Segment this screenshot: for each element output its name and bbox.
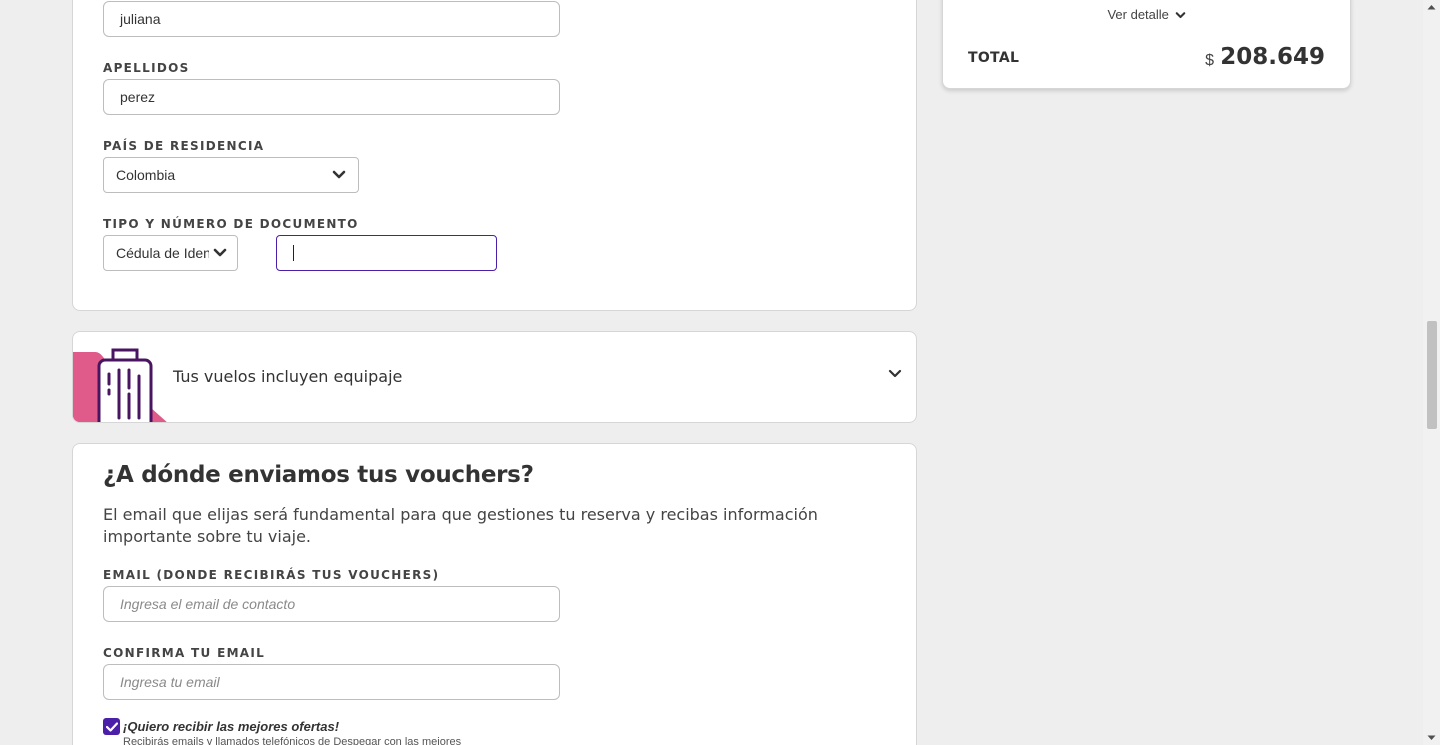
country-value: Colombia <box>116 167 176 183</box>
last-name-value: perez <box>120 89 156 105</box>
view-detail-link[interactable]: Ver detalle <box>943 7 1350 22</box>
total-amount: 208.649 <box>1220 44 1325 70</box>
vertical-scrollbar[interactable] <box>1423 0 1440 745</box>
scroll-thumb[interactable] <box>1427 321 1437 429</box>
document-label: TIPO Y NÚMERO DE DOCUMENTO <box>103 217 359 231</box>
chevron-down-icon <box>213 248 227 257</box>
currency-symbol: $ <box>1205 52 1214 69</box>
voucher-heading: ¿A dónde enviamos tus vouchers? <box>103 462 534 488</box>
confirm-email-input[interactable]: Ingresa tu email <box>103 664 560 700</box>
first-name-value: juliana <box>120 11 161 27</box>
price-summary-card: Ver detalle TOTAL $ 208.649 <box>942 0 1351 89</box>
text-caret <box>293 245 294 261</box>
email-input[interactable]: Ingresa el email de contacto <box>103 586 560 622</box>
document-type-select[interactable]: Cédula de Identidad <box>103 235 238 271</box>
scroll-down-arrow-icon[interactable] <box>1427 735 1436 741</box>
confirm-email-placeholder: Ingresa tu email <box>120 674 220 690</box>
scroll-up-arrow-icon[interactable] <box>1427 4 1436 10</box>
baggage-card[interactable]: Tus vuelos incluyen equipaje <box>72 331 917 423</box>
voucher-card: ¿A dónde enviamos tus vouchers? El email… <box>72 443 917 745</box>
voucher-description: El email que elijas será fundamental par… <box>103 505 818 546</box>
document-number-input[interactable] <box>276 235 497 271</box>
chevron-down-icon <box>1175 12 1185 19</box>
total-label: TOTAL <box>968 50 1020 66</box>
view-detail-label: Ver detalle <box>1107 7 1169 22</box>
email-placeholder: Ingresa el email de contacto <box>120 596 296 612</box>
luggage-icon <box>73 348 167 422</box>
baggage-title: Tus vuelos incluyen equipaje <box>173 367 403 386</box>
document-type-value: Cédula de Identidad <box>116 245 209 261</box>
chevron-down-icon <box>332 170 346 179</box>
chevron-down-icon[interactable] <box>888 368 902 380</box>
confirm-email-label: CONFIRMA TU EMAIL <box>103 646 266 660</box>
offers-subtext: Recibirás emails y llamados telefónicos … <box>123 736 462 745</box>
last-name-input[interactable]: perez <box>103 79 560 115</box>
passenger-form-card: juliana APELLIDOS perez PAÍS DE RESIDENC… <box>72 0 917 311</box>
first-name-input[interactable]: juliana <box>103 1 560 37</box>
email-label: EMAIL (DONDE RECIBIRÁS TUS VOUCHERS) <box>103 568 440 582</box>
offers-label[interactable]: ¡Quiero recibir las mejores ofertas! <box>123 719 339 734</box>
country-label: PAÍS DE RESIDENCIA <box>103 139 265 153</box>
last-name-label: APELLIDOS <box>103 61 190 75</box>
check-icon <box>105 721 118 732</box>
country-select[interactable]: Colombia <box>103 157 359 193</box>
offers-checkbox[interactable] <box>103 718 120 735</box>
